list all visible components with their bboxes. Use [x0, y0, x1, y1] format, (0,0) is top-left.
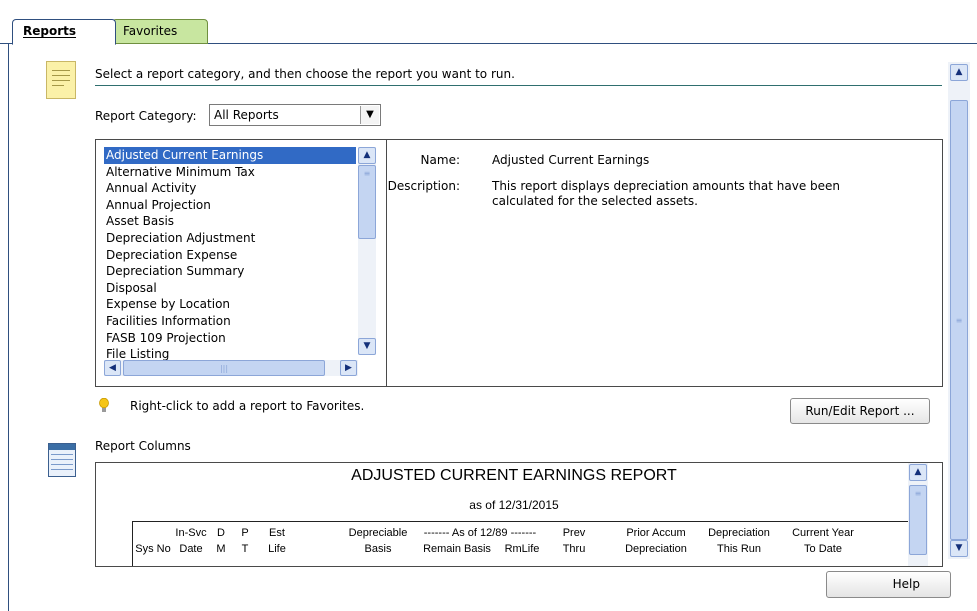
report-list[interactable]: Adjusted Current Earnings Alternative Min…	[96, 140, 387, 386]
report-list-item[interactable]: Depreciation Expense	[104, 247, 356, 264]
preview-column-header: DM	[215, 527, 227, 555]
report-details: Name: Adjusted Current Earnings Descript…	[388, 140, 942, 386]
preview-vscrollbar[interactable]: ▲ ≡	[908, 463, 928, 566]
report-list-item[interactable]: Asset Basis	[104, 213, 356, 230]
scroll-right-icon[interactable]: ▶	[340, 360, 357, 376]
preview-column-header: PT	[239, 527, 251, 555]
preview-subtitle: as of 12/31/2015	[469, 498, 559, 512]
frame-left-border	[8, 44, 9, 611]
scroll-up-icon[interactable]: ▲	[909, 464, 927, 481]
report-category-select[interactable]: All Reports ▼	[209, 104, 381, 126]
instruction-divider	[95, 85, 942, 86]
report-category-label: Report Category:	[95, 109, 197, 123]
preview-column-header-line1: P	[241, 527, 249, 539]
report-columns-label: Report Columns	[95, 439, 191, 453]
preview-column-header: Depreciation This Run	[699, 527, 779, 555]
preview-column-header-line2: Remain Basis	[423, 543, 491, 555]
preview-column-header-line2: T	[241, 543, 249, 555]
report-description-line2: calculated for the selected assets.	[492, 194, 698, 208]
instruction-text: Select a report category, and then choos…	[95, 67, 515, 81]
run-edit-report-button[interactable]: Run/Edit Report ...	[790, 398, 930, 424]
preview-column-header-line2: To Date	[804, 543, 842, 555]
page-vscroll-thumb[interactable]: ≡	[950, 100, 968, 540]
preview-column-header-line1: Est	[269, 527, 285, 539]
report-list-item[interactable]: Expense by Location	[104, 296, 356, 313]
preview-column-header-line1: Current Year	[792, 527, 854, 539]
preview-column-headers: Sys No In-Svc Date D M P T Est Life Depreciable Ba…	[132, 521, 914, 566]
report-list-items: Adjusted Current Earnings Alternative Min…	[104, 147, 356, 363]
tab-favorites[interactable]: Favorites	[112, 19, 208, 44]
report-description-label: Description:	[387, 179, 460, 193]
report-list-item[interactable]: FASB 109 Projection	[104, 330, 356, 347]
preview-column-header-line1: Prior Accum	[626, 527, 686, 539]
report-list-item[interactable]: Facilities Information	[104, 313, 356, 330]
scroll-left-icon[interactable]: ◀	[104, 360, 121, 376]
tab-strip: Favorites Reports	[0, 0, 977, 45]
preview-title: ADJUSTED CURRENT EARNINGS REPORT	[351, 467, 677, 484]
preview-column-header: RmLife	[501, 527, 543, 555]
preview-column-header: Remain Basis	[417, 527, 497, 555]
report-list-item[interactable]: Annual Activity	[104, 180, 356, 197]
preview-column-header-line2: Thru	[562, 543, 586, 555]
preview-column-header: Depreciable Basis	[339, 527, 417, 555]
report-panel: Adjusted Current Earnings Alternative Min…	[95, 139, 943, 387]
preview-column-header-line2: This Run	[716, 543, 762, 555]
report-list-item[interactable]: Adjusted Current Earnings	[104, 147, 356, 164]
preview-column-header: Prior Accum Depreciation	[611, 527, 701, 555]
report-category-value: All Reports	[214, 108, 279, 122]
preview-column-header-line1	[417, 527, 497, 543]
preview-column-header: Prev Thru	[557, 527, 591, 555]
favorites-hint: Right-click to add a report to Favorites…	[130, 399, 365, 413]
scroll-down-icon[interactable]: ▼	[950, 540, 968, 557]
preview-column-header-line1	[501, 527, 543, 543]
scroll-down-icon[interactable]: ▼	[358, 338, 376, 355]
preview-column-header-line2: Date	[179, 543, 203, 555]
report-list-item[interactable]: Depreciation Summary	[104, 263, 356, 280]
report-list-item[interactable]: Annual Projection	[104, 197, 356, 214]
report-columns-icon	[48, 443, 76, 477]
tab-favorites-label: Favorites	[123, 24, 178, 38]
report-name-label: Name:	[420, 153, 460, 167]
dropdown-arrow-icon[interactable]: ▼	[360, 106, 379, 124]
report-list-vscroll-thumb[interactable]: ≡	[358, 165, 376, 239]
report-list-item[interactable]: Disposal	[104, 280, 356, 297]
preview-column-header-line2: Basis	[364, 543, 392, 555]
lightbulb-icon	[99, 398, 109, 412]
report-list-hscroll-thumb[interactable]: |||	[123, 360, 325, 376]
help-button[interactable]: Help	[826, 571, 951, 598]
report-list-item[interactable]: Depreciation Adjustment	[104, 230, 356, 247]
tab-reports-label: Reports	[23, 24, 77, 38]
report-list-hscrollbar[interactable]: ◀ ||| ▶	[104, 360, 358, 376]
preview-column-header-line1: Depreciable	[348, 527, 408, 539]
preview-column-header-line1: In-Svc	[175, 527, 207, 539]
report-name-value: Adjusted Current Earnings	[492, 153, 650, 167]
report-description-line1: This report displays depreciation amount…	[492, 179, 841, 193]
scroll-up-icon[interactable]: ▲	[950, 64, 968, 81]
preview-column-header-line2: RmLife	[504, 543, 540, 555]
preview-column-header-line2: Life	[268, 543, 286, 555]
preview-vscroll-thumb[interactable]: ≡	[909, 485, 927, 555]
preview-column-header: Current Year To Date	[781, 527, 865, 555]
preview-column-header-line2: Depreciation	[625, 543, 687, 555]
preview-column-header-line2: M	[216, 543, 226, 555]
preview-column-header: Est Life	[263, 527, 291, 555]
preview-column-header-line1: Prev	[562, 527, 586, 539]
tab-reports[interactable]: Reports	[12, 19, 116, 45]
preview-column-header: In-Svc Date	[169, 527, 213, 555]
report-preview[interactable]: ADJUSTED CURRENT EARNINGS REPORT as of 1…	[95, 462, 943, 567]
report-list-item[interactable]: Alternative Minimum Tax	[104, 164, 356, 181]
note-icon	[46, 61, 76, 99]
preview-column-header-line1: Depreciation	[708, 527, 770, 539]
page-vscrollbar[interactable]: ▲ ≡ ▼	[948, 62, 970, 559]
preview-column-header-line1: D	[217, 527, 225, 539]
